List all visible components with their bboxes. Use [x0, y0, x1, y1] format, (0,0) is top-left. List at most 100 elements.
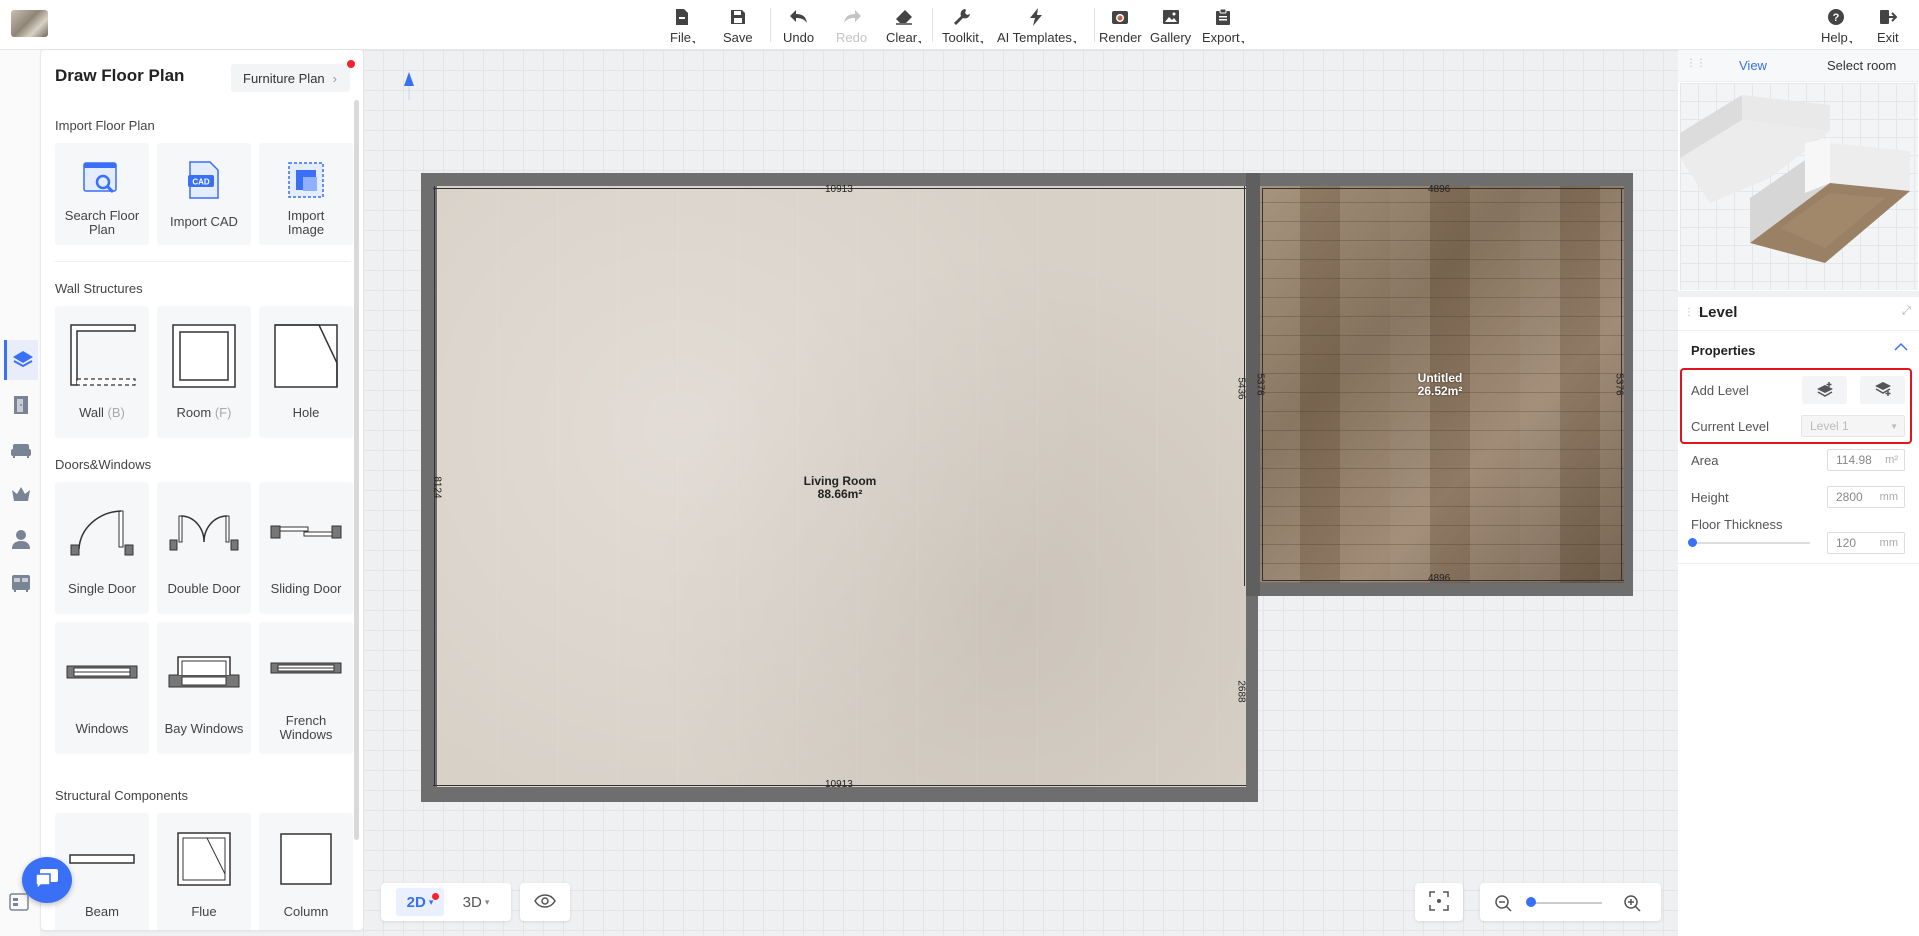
tile-label: Windows	[75, 721, 129, 736]
gallery-button[interactable]: Gallery	[1150, 6, 1191, 46]
current-level-label: Current Level	[1691, 419, 1770, 434]
double-door-tile[interactable]: Double Door	[157, 482, 251, 614]
room-tool-tile[interactable]: Room (F)	[157, 306, 251, 438]
rail-floorplan[interactable]	[4, 340, 38, 380]
room-label-living[interactable]: Living Room 88.66m²	[790, 475, 890, 501]
render-button[interactable]: Render	[1099, 6, 1142, 46]
chevron-down-icon: ▼	[1890, 421, 1898, 431]
floor-thickness-field[interactable]: 120 mm	[1827, 532, 1905, 554]
zoom-out-icon[interactable]	[1494, 894, 1512, 915]
cad-file-icon: CAD	[186, 151, 222, 209]
level-title: Level	[1699, 304, 1738, 321]
rail-account[interactable]	[4, 520, 38, 560]
wall-segment[interactable]	[1624, 173, 1633, 596]
add-level-above-button[interactable]	[1802, 376, 1847, 404]
file-menu-button[interactable]: File	[670, 6, 695, 46]
wall-segment[interactable]	[1246, 583, 1633, 596]
chat-icon	[34, 867, 60, 894]
import-image-icon	[287, 151, 325, 209]
tile-label: Import Image	[287, 208, 325, 237]
tile-label: Single Door	[68, 581, 136, 596]
current-level-select[interactable]: Level 1 ▼	[1801, 415, 1905, 437]
view-2d-button[interactable]: 2D ▾	[396, 888, 444, 916]
help-button[interactable]: ? Help	[1821, 6, 1852, 46]
project-thumbnail[interactable]	[11, 10, 48, 37]
panel-scrollbar[interactable]	[354, 100, 359, 840]
help-label: Help	[1821, 30, 1848, 45]
import-image-tile[interactable]: Import Image	[259, 143, 353, 245]
north-indicator-icon	[403, 72, 415, 103]
height-unit: mm	[1879, 491, 1898, 503]
area-field[interactable]: 114.98 m²	[1827, 449, 1905, 471]
sliding-door-tile[interactable]: Sliding Door	[259, 482, 353, 614]
room-label-untitled[interactable]: Untitled 26.52m²	[1390, 372, 1490, 398]
single-door-tile[interactable]: Single Door	[55, 482, 149, 614]
export-label: Export	[1202, 30, 1240, 45]
view-3d-button[interactable]: 3D ▾	[452, 888, 500, 916]
search-floor-plan-icon	[83, 151, 121, 209]
zoom-in-icon[interactable]	[1623, 894, 1641, 915]
wall-segment[interactable]	[1246, 583, 1258, 802]
sofa-icon	[10, 441, 32, 462]
search-floor-plan-tile[interactable]: Search Floor Plan	[55, 143, 149, 245]
tab-view[interactable]: View	[1739, 58, 1767, 73]
layer-add-down-icon	[1874, 381, 1892, 400]
eye-icon	[534, 893, 556, 911]
crown-icon	[10, 485, 32, 506]
view-tabs: ⋮⋮ View Select room	[1678, 50, 1919, 82]
svg-text:?: ?	[1833, 12, 1840, 24]
column-tile[interactable]: Column	[259, 813, 353, 930]
zoom-slider-track[interactable]	[1528, 902, 1602, 904]
bay-windows-tile[interactable]: Bay Windows	[157, 622, 251, 754]
rail-premium[interactable]	[4, 475, 38, 515]
eraser-icon	[895, 6, 913, 28]
redo-button[interactable]: Redo	[836, 6, 867, 46]
shortcut-hint: (F)	[214, 405, 232, 420]
tile-label: Flue	[191, 904, 217, 919]
sliding-door-icon	[270, 482, 342, 582]
draw-floor-plan-panel: Draw Floor Plan Furniture Plan › Import …	[41, 50, 363, 930]
zoom-slider-handle[interactable]	[1526, 897, 1536, 907]
lightning-icon	[1029, 6, 1043, 28]
floor-thickness-slider-handle[interactable]	[1688, 538, 1697, 547]
drag-handle-icon[interactable]: ⋮⋮	[1686, 58, 1706, 69]
tile-label: Sliding Door	[270, 581, 342, 596]
layer-add-up-icon	[1816, 381, 1834, 400]
add-level-below-button[interactable]	[1860, 376, 1905, 404]
cad-badge-text: CAD	[192, 178, 210, 187]
rail-furniture[interactable]	[4, 431, 38, 471]
export-button[interactable]: Export	[1202, 6, 1244, 46]
rail-storage[interactable]	[4, 564, 38, 604]
import-cad-tile[interactable]: CAD Import CAD	[157, 143, 251, 245]
3d-preview[interactable]	[1680, 83, 1918, 290]
windows-tile[interactable]: Windows	[55, 622, 149, 754]
exit-button[interactable]: Exit	[1877, 6, 1899, 46]
floor-thickness-slider-track[interactable]	[1693, 542, 1810, 544]
file-label: File	[670, 30, 691, 45]
undo-button[interactable]: Undo	[783, 6, 814, 46]
toolkit-button[interactable]: Toolkit	[942, 6, 983, 46]
hole-icon	[273, 306, 339, 406]
fit-view-button[interactable]	[1415, 883, 1463, 921]
wall-icon	[67, 306, 137, 406]
tab-select-room[interactable]: Select room	[1827, 58, 1896, 73]
wall-tool-tile[interactable]: Wall (B)	[55, 306, 149, 438]
save-button[interactable]: Save	[723, 6, 753, 46]
french-windows-tile[interactable]: French Windows	[259, 622, 353, 754]
file-icon	[674, 6, 690, 28]
hole-tool-tile[interactable]: Hole	[259, 306, 353, 438]
visibility-button[interactable]	[520, 883, 570, 921]
expand-icon[interactable]: ⤢	[1902, 305, 1911, 318]
height-field[interactable]: 2800 mm	[1827, 486, 1905, 508]
dimension-living-right-upper: 5436	[1235, 377, 1247, 400]
panel-toggle-icon[interactable]	[8, 891, 30, 913]
wrench-icon	[953, 6, 971, 28]
furniture-plan-button[interactable]: Furniture Plan ›	[231, 64, 350, 92]
clear-button[interactable]: Clear	[886, 6, 921, 46]
window-icon	[66, 622, 138, 722]
ai-templates-button[interactable]: AI Templates	[997, 6, 1076, 46]
chevron-up-icon[interactable]	[1894, 341, 1908, 355]
flue-tile[interactable]: Flue	[157, 813, 251, 930]
rail-doors[interactable]	[4, 386, 38, 426]
section-divider	[55, 261, 351, 262]
